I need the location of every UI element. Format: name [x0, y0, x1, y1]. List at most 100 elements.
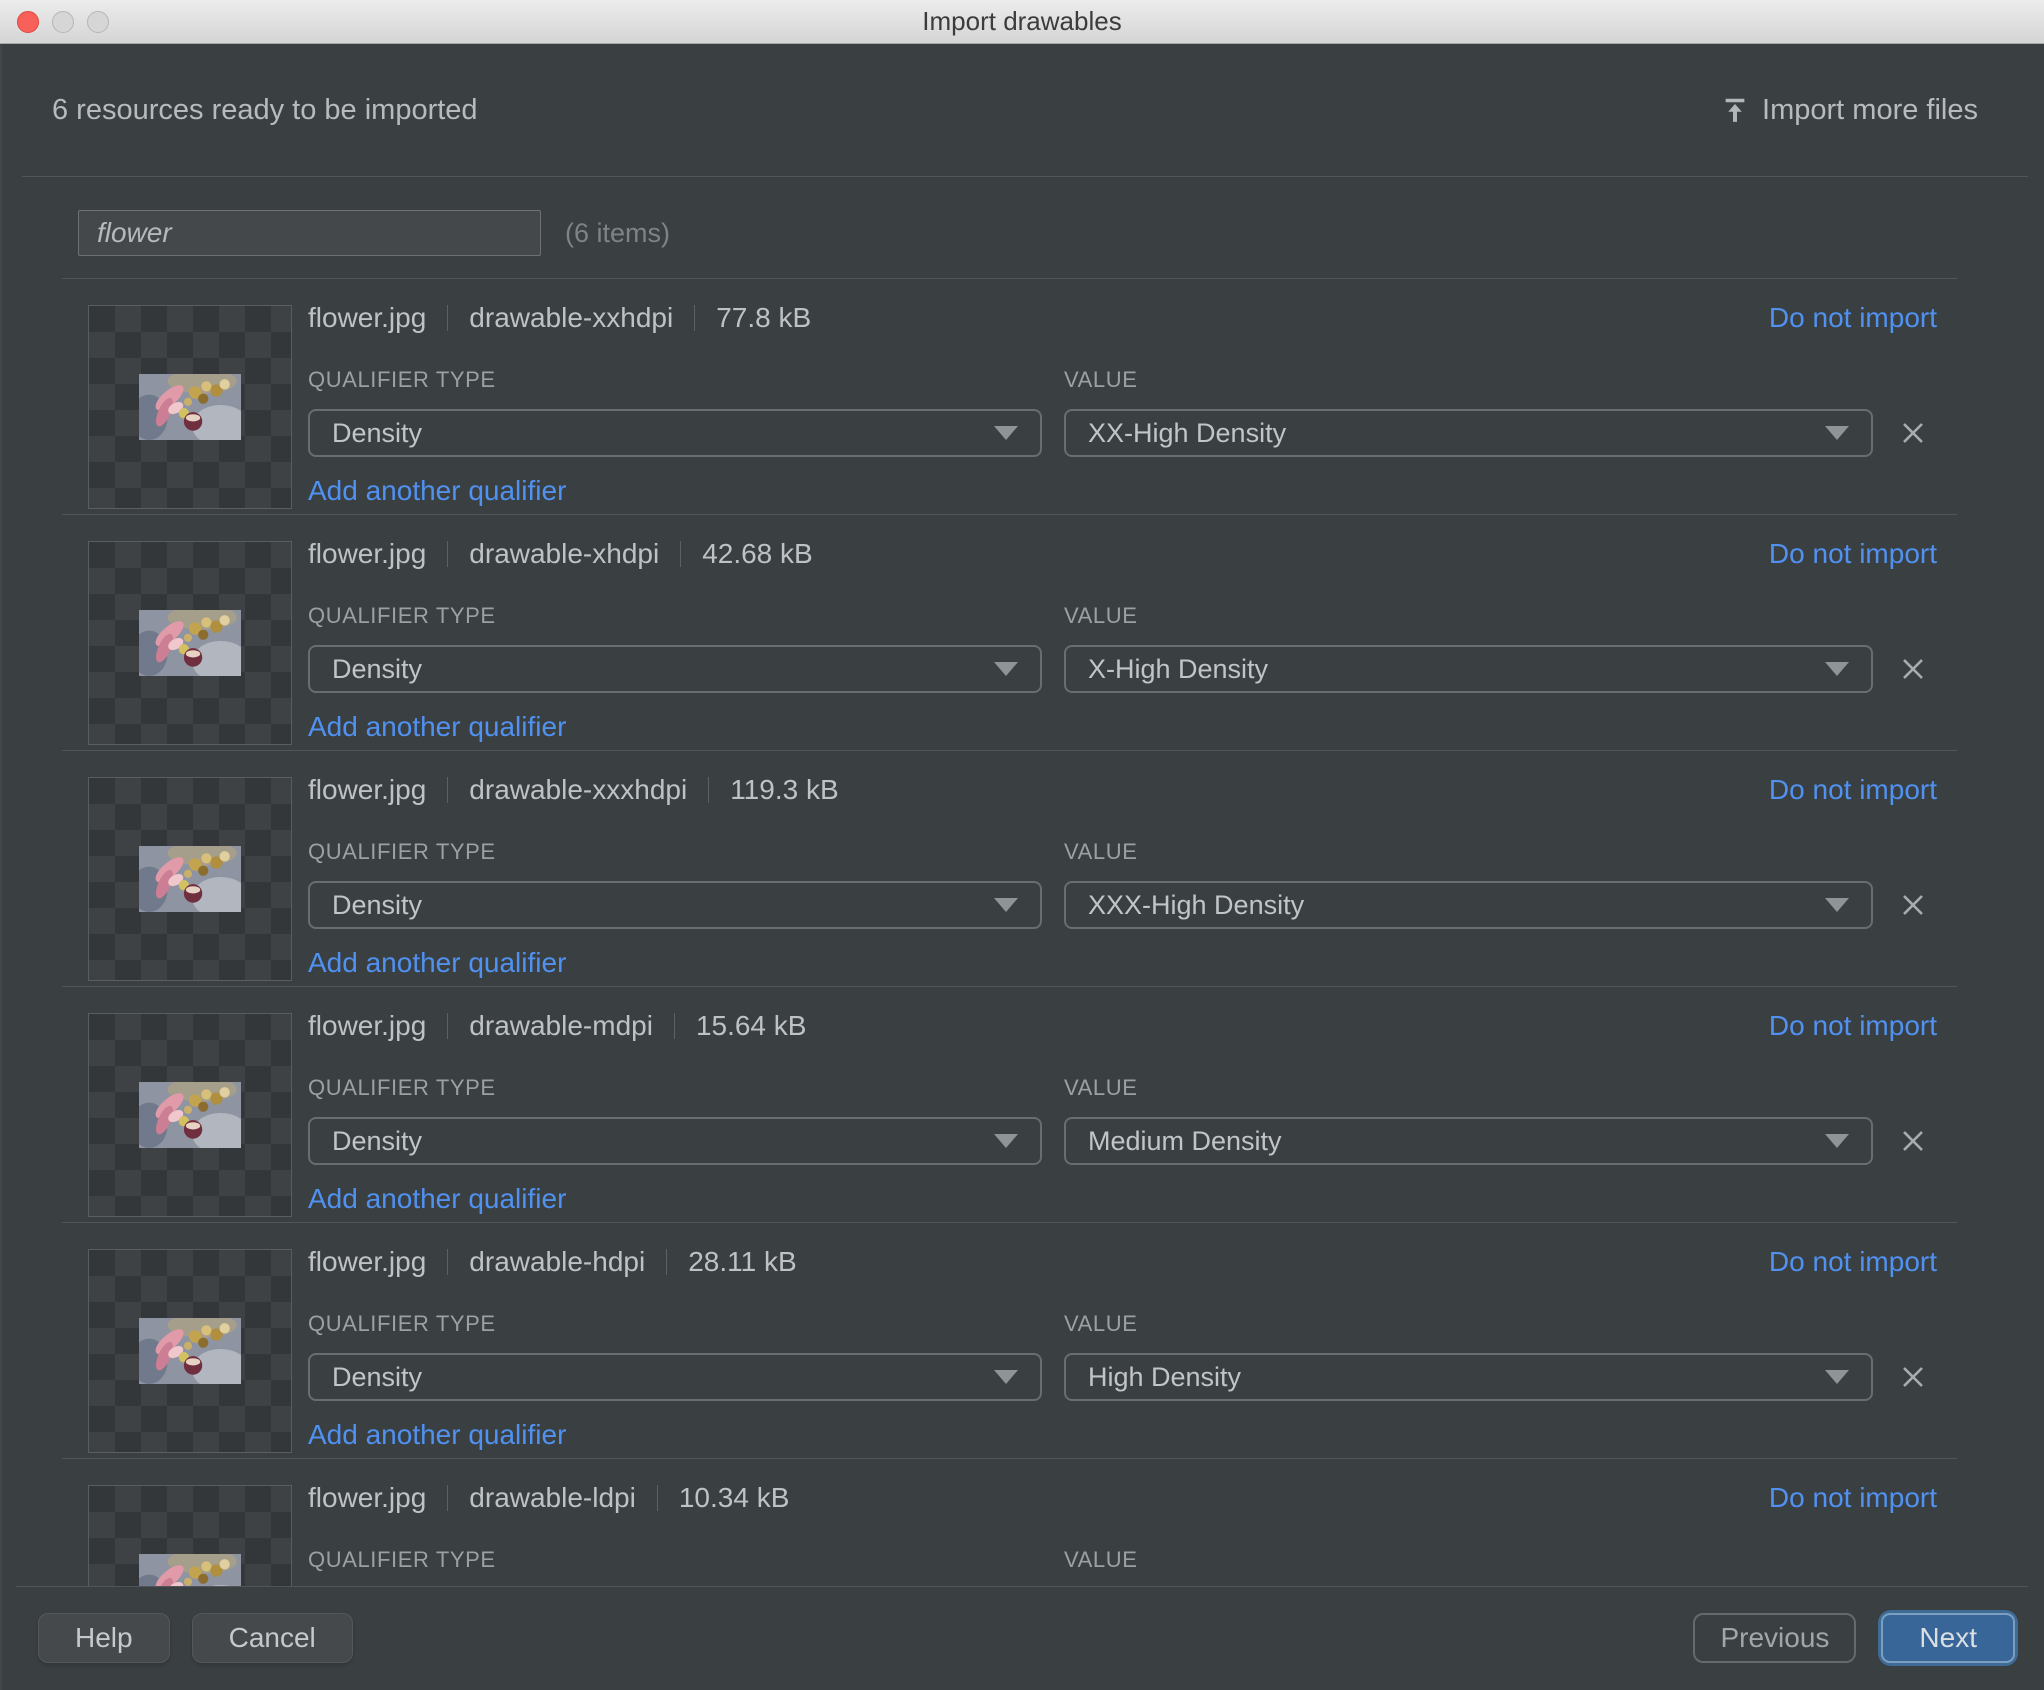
- import-more-files-label: Import more files: [1762, 94, 1978, 127]
- do-not-import-link[interactable]: Do not import: [1769, 538, 1937, 570]
- qualifier-type-label: QUALIFIER TYPE: [308, 1311, 1042, 1335]
- filter-input[interactable]: [78, 210, 541, 256]
- drawable-thumbnail: [88, 305, 292, 509]
- file-name: flower.jpg: [308, 302, 426, 334]
- add-another-qualifier-link[interactable]: Add another qualifier: [308, 711, 566, 743]
- chevron-down-icon: [994, 1134, 1018, 1148]
- qualifier-value: X-High Density: [1088, 654, 1268, 685]
- chevron-down-icon: [1825, 1134, 1849, 1148]
- qualifier-type-label: QUALIFIER TYPE: [308, 603, 1042, 627]
- do-not-import-link[interactable]: Do not import: [1769, 1010, 1937, 1042]
- qualifier-type-value: Density: [332, 654, 422, 685]
- separator: [708, 777, 709, 803]
- qualifier-type-dropdown[interactable]: Density: [308, 1117, 1042, 1165]
- qualifier-type-column: QUALIFIER TYPE Density Add another quali…: [308, 839, 1042, 979]
- separator: [666, 1249, 667, 1275]
- upload-icon: [1720, 95, 1750, 125]
- separator: [657, 1485, 658, 1511]
- remove-qualifier-button[interactable]: [1889, 409, 1937, 457]
- titlebar: Import drawables: [0, 0, 2044, 44]
- file-info-line: flower.jpg drawable-xhdpi 42.68 kB Do no…: [308, 539, 1937, 569]
- qualifier-value-column: VALUE High Density: [1064, 1311, 1937, 1451]
- qualifier-value-dropdown[interactable]: Medium Density: [1064, 1117, 1873, 1165]
- remove-qualifier-button[interactable]: [1889, 1117, 1937, 1165]
- separator: [447, 1485, 448, 1511]
- file-size: 28.11 kB: [688, 1246, 796, 1278]
- help-button[interactable]: Help: [38, 1613, 170, 1663]
- remove-qualifier-button[interactable]: [1889, 881, 1937, 929]
- resource-list: flower.jpg drawable-xxhdpi 77.8 kB Do no…: [62, 278, 1957, 1586]
- value-label: VALUE: [1064, 1547, 1937, 1571]
- previous-button[interactable]: Previous: [1693, 1613, 1856, 1663]
- separator: [674, 1013, 675, 1039]
- chevron-down-icon: [994, 898, 1018, 912]
- import-dialog: 6 resources ready to be imported Import …: [0, 44, 2044, 1690]
- target-folder: drawable-xxhdpi: [469, 302, 673, 334]
- do-not-import-link[interactable]: Do not import: [1769, 1482, 1937, 1514]
- flower-image: [139, 1554, 241, 1586]
- file-size: 42.68 kB: [702, 538, 813, 570]
- next-button[interactable]: Next: [1881, 1613, 2015, 1663]
- drawable-thumbnail: [88, 1013, 292, 1217]
- qualifier-type-column: QUALIFIER TYPE Density Add another quali…: [308, 367, 1042, 507]
- add-another-qualifier-link[interactable]: Add another qualifier: [308, 475, 566, 507]
- qualifier-columns: QUALIFIER TYPE Add another qualifier VAL…: [308, 1547, 1937, 1586]
- chevron-down-icon: [1825, 426, 1849, 440]
- qualifier-type-label: QUALIFIER TYPE: [308, 367, 1042, 391]
- do-not-import-link[interactable]: Do not import: [1769, 774, 1937, 806]
- qualifier-type-value: Density: [332, 418, 422, 449]
- drawable-thumbnail: [88, 541, 292, 745]
- do-not-import-link[interactable]: Do not import: [1769, 302, 1937, 334]
- add-another-qualifier-link[interactable]: Add another qualifier: [308, 1183, 566, 1215]
- file-info-line: flower.jpg drawable-mdpi 15.64 kB Do not…: [308, 1011, 1937, 1041]
- qualifier-value-dropdown[interactable]: High Density: [1064, 1353, 1873, 1401]
- header-divider: [22, 176, 2028, 177]
- resource-row-details: flower.jpg drawable-ldpi 10.34 kB Do not…: [308, 1459, 1937, 1586]
- cancel-button[interactable]: Cancel: [192, 1613, 353, 1663]
- qualifier-value-column: VALUE XX-High Density: [1064, 367, 1937, 507]
- resource-row: flower.jpg drawable-xxhdpi 77.8 kB Do no…: [62, 279, 1957, 515]
- qualifier-type-dropdown[interactable]: Density: [308, 881, 1042, 929]
- qualifier-value: XXX-High Density: [1088, 890, 1304, 921]
- separator: [680, 541, 681, 567]
- qualifier-value-dropdown[interactable]: XX-High Density: [1064, 409, 1873, 457]
- add-another-qualifier-link[interactable]: Add another qualifier: [308, 1419, 566, 1451]
- filter-row: (6 items): [78, 210, 2044, 256]
- separator: [694, 305, 695, 331]
- next-button-focus-ring: Next: [1878, 1610, 2018, 1666]
- remove-qualifier-button[interactable]: [1889, 645, 1937, 693]
- file-name: flower.jpg: [308, 1246, 426, 1278]
- qualifier-value: Medium Density: [1088, 1126, 1282, 1157]
- target-folder: drawable-hdpi: [469, 1246, 645, 1278]
- qualifier-value-column: VALUE XXX-High Density: [1064, 839, 1937, 979]
- value-label: VALUE: [1064, 603, 1937, 627]
- flower-image: [139, 1082, 241, 1148]
- close-icon: [1900, 892, 1926, 918]
- value-line: High Density: [1064, 1353, 1937, 1401]
- remove-qualifier-button[interactable]: [1889, 1353, 1937, 1401]
- import-more-files-button[interactable]: Import more files: [1720, 94, 1978, 127]
- qualifier-type-label: QUALIFIER TYPE: [308, 839, 1042, 863]
- add-another-qualifier-link[interactable]: Add another qualifier: [308, 947, 566, 979]
- resource-row-details: flower.jpg drawable-hdpi 28.11 kB Do not…: [308, 1223, 1937, 1458]
- chevron-down-icon: [994, 662, 1018, 676]
- file-info-line: flower.jpg drawable-ldpi 10.34 kB Do not…: [308, 1483, 1937, 1513]
- qualifier-columns: QUALIFIER TYPE Density Add another quali…: [308, 839, 1937, 979]
- qualifier-type-dropdown[interactable]: Density: [308, 1353, 1042, 1401]
- separator: [447, 1013, 448, 1039]
- qualifier-type-label: QUALIFIER TYPE: [308, 1075, 1042, 1099]
- qualifier-value-dropdown[interactable]: X-High Density: [1064, 645, 1873, 693]
- footer-right: Previous Next: [1693, 1610, 2018, 1666]
- target-folder: drawable-xxxhdpi: [469, 774, 687, 806]
- qualifier-type-dropdown[interactable]: Density: [308, 645, 1042, 693]
- dialog-footer: Help Cancel Previous Next: [0, 1586, 2044, 1690]
- file-name: flower.jpg: [308, 1010, 426, 1042]
- resource-row: flower.jpg drawable-xhdpi 42.68 kB Do no…: [62, 515, 1957, 751]
- qualifier-value-dropdown[interactable]: XXX-High Density: [1064, 881, 1873, 929]
- do-not-import-link[interactable]: Do not import: [1769, 1246, 1937, 1278]
- resources-summary: 6 resources ready to be imported: [52, 94, 478, 127]
- file-size: 77.8 kB: [716, 302, 811, 334]
- drawable-thumbnail: [88, 1485, 292, 1586]
- resource-row: flower.jpg drawable-hdpi 28.11 kB Do not…: [62, 1223, 1957, 1459]
- qualifier-type-dropdown[interactable]: Density: [308, 409, 1042, 457]
